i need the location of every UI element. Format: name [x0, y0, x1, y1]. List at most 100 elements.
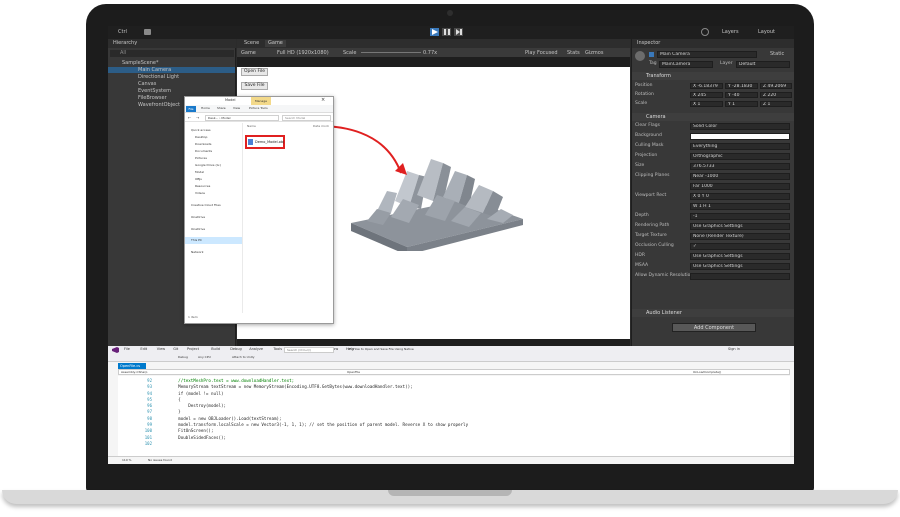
add-component-button[interactable]: Add Component [672, 323, 756, 332]
project-dropdown[interactable]: Assembly-CSharp [121, 370, 147, 374]
vs-menu-build[interactable]: Build [211, 347, 220, 351]
inspector-tab[interactable]: Inspector [634, 40, 663, 47]
camera-prop-value[interactable]: Near -1000 [690, 173, 790, 180]
ribbon-view[interactable]: View [233, 106, 240, 110]
hierarchy-search[interactable]: All [110, 50, 234, 57]
audio-listener-header[interactable]: Audio Listener [632, 309, 794, 317]
layer-dropdown[interactable]: Default [736, 61, 790, 68]
code-editor[interactable]: 92 93 94 95 96 97 98 99 100 101 102 //textMeshPro.… [118, 376, 790, 456]
transform-header[interactable]: Transform [632, 72, 794, 80]
scale-z[interactable]: Z 1 [760, 101, 792, 107]
camera-prop-value[interactable]: Use Graphics Settings [690, 223, 790, 230]
position-y[interactable]: Y -28.1830 [725, 83, 758, 89]
scale-x[interactable]: X 1 [690, 101, 723, 107]
ribbon-file[interactable]: File [186, 106, 196, 112]
nav-item[interactable]: Model [195, 169, 204, 175]
nav-item[interactable]: Google Drive (G:) [195, 162, 221, 168]
camera-prop-value[interactable]: 376.5733 [690, 163, 790, 170]
forward-arrow-icon[interactable]: → [196, 115, 199, 120]
vs-search[interactable]: Search (Ctrl+Q) [284, 347, 334, 353]
nav-item[interactable]: Network [191, 249, 204, 255]
resolution-dropdown[interactable]: Full HD (1920x1080) [277, 50, 329, 56]
ribbon-share[interactable]: Share [217, 106, 226, 110]
gizmos-button[interactable]: Gizmos [585, 50, 603, 56]
hierarchy-item-canvas[interactable]: Canvas [138, 81, 156, 87]
nav-item[interactable]: Videos [195, 190, 205, 196]
camera-prop-value[interactable]: Orthographic [690, 153, 790, 160]
vs-menu-git[interactable]: Git [173, 347, 178, 351]
nav-item[interactable]: OneDrive [191, 226, 205, 232]
close-icon[interactable]: × [321, 97, 325, 103]
nav-item[interactable]: Downloads [195, 141, 211, 147]
address-bar[interactable]: Desk... › Model [205, 115, 279, 121]
camera-prop-value[interactable]: W 1 H 1 [690, 203, 790, 210]
rotation-y[interactable]: Y -40 [725, 92, 758, 98]
hierarchy-item-wavefrontobject[interactable]: WavefrontObject [138, 102, 180, 108]
vs-menu-tools[interactable]: Tools [273, 347, 282, 351]
camera-prop-value[interactable] [690, 133, 790, 140]
attach-unity-button[interactable]: Attach to Unity [232, 355, 255, 359]
camera-prop-value[interactable]: None (Render Texture) [690, 233, 790, 240]
manage-tab[interactable]: Manage [251, 97, 271, 105]
nav-item[interactable]: Documents [195, 148, 212, 154]
rotation-x[interactable]: X 245 [690, 92, 723, 98]
ribbon-picture-tools[interactable]: Picture Tools [249, 106, 268, 110]
column-date[interactable]: Date modi [313, 124, 329, 128]
ribbon-home[interactable]: Home [201, 106, 210, 110]
cloud-icon[interactable] [144, 29, 151, 35]
active-checkbox[interactable] [649, 52, 654, 57]
vs-menu-project[interactable]: Project [187, 347, 199, 351]
file-item-demo-model[interactable]: Demo_Model.obj [255, 139, 284, 145]
config-dropdown[interactable]: Debug [178, 355, 188, 359]
scale-slider[interactable] [361, 52, 421, 53]
method-dropdown[interactable]: OnLoadComplete() [693, 370, 721, 374]
nav-item[interactable]: OBJs [195, 176, 202, 182]
stats-button[interactable]: Stats [567, 50, 580, 56]
search-icon[interactable] [701, 28, 709, 36]
nav-item[interactable]: Pictures [195, 155, 207, 161]
object-name-field[interactable]: Main Camera [657, 51, 757, 58]
tab-scene[interactable]: Scene [241, 40, 262, 47]
pause-button[interactable] [442, 28, 451, 36]
back-arrow-icon[interactable]: ← [188, 115, 191, 120]
tab-game[interactable]: Game [265, 40, 286, 47]
hierarchy-item-filebrowser[interactable]: FileBrowser [138, 95, 167, 101]
play-mode-dropdown[interactable]: Play Focused [525, 50, 558, 56]
camera-component-header[interactable]: Camera [632, 113, 794, 121]
class-dropdown[interactable]: OpenFile [347, 370, 360, 374]
hierarchy-item-directional-light[interactable]: Directional Light [138, 74, 179, 80]
nav-item[interactable]: This PC [191, 237, 202, 243]
explorer-search[interactable]: Search Model [282, 115, 331, 121]
layout-dropdown[interactable]: Layout [758, 29, 775, 35]
hierarchy-scene[interactable]: SampleScene* [122, 60, 159, 66]
collab-dropdown[interactable]: Ctrl [118, 29, 127, 35]
camera-prop-value[interactable]: Solid Color [690, 123, 790, 130]
camera-prop-value[interactable]: X 0 Y 0 [690, 193, 790, 200]
nav-item[interactable]: Creative Cloud Files [191, 202, 221, 208]
position-x[interactable]: X -6.18379 [690, 83, 723, 89]
static-toggle[interactable]: Static [770, 51, 784, 57]
display-dropdown[interactable]: Game [241, 50, 256, 56]
vs-menu-view[interactable]: View [157, 347, 165, 351]
camera-prop-value[interactable]: ✓ [690, 243, 790, 250]
nav-item[interactable]: Quick access [191, 127, 211, 133]
open-file-button[interactable]: Open File [241, 68, 268, 76]
save-file-button[interactable]: Save File [241, 82, 268, 90]
nav-item[interactable]: Resources [195, 183, 210, 189]
camera-prop-value[interactable]: Use Graphics Settings [690, 253, 790, 260]
nav-item[interactable]: OneDrive [191, 214, 205, 220]
vs-menu-debug[interactable]: Debug [230, 347, 242, 351]
hierarchy-item-eventsystem[interactable]: EventSystem [138, 88, 171, 94]
platform-dropdown[interactable]: Any CPU [198, 355, 211, 359]
camera-prop-value[interactable]: Far 1000 [690, 183, 790, 190]
scale-y[interactable]: Y 1 [725, 101, 758, 107]
column-name[interactable]: Name [247, 124, 256, 128]
step-button[interactable] [454, 28, 463, 36]
vs-sign-in[interactable]: Sign in [728, 347, 740, 351]
camera-prop-value[interactable]: Use Graphics Settings [690, 263, 790, 270]
tag-dropdown[interactable]: MainCamera [659, 61, 713, 68]
hierarchy-item-main-camera[interactable]: Main Camera [138, 67, 171, 73]
camera-prop-value[interactable] [690, 273, 790, 280]
zoom-level[interactable]: 110 % [122, 458, 132, 462]
layers-dropdown[interactable]: Layers [722, 29, 739, 35]
